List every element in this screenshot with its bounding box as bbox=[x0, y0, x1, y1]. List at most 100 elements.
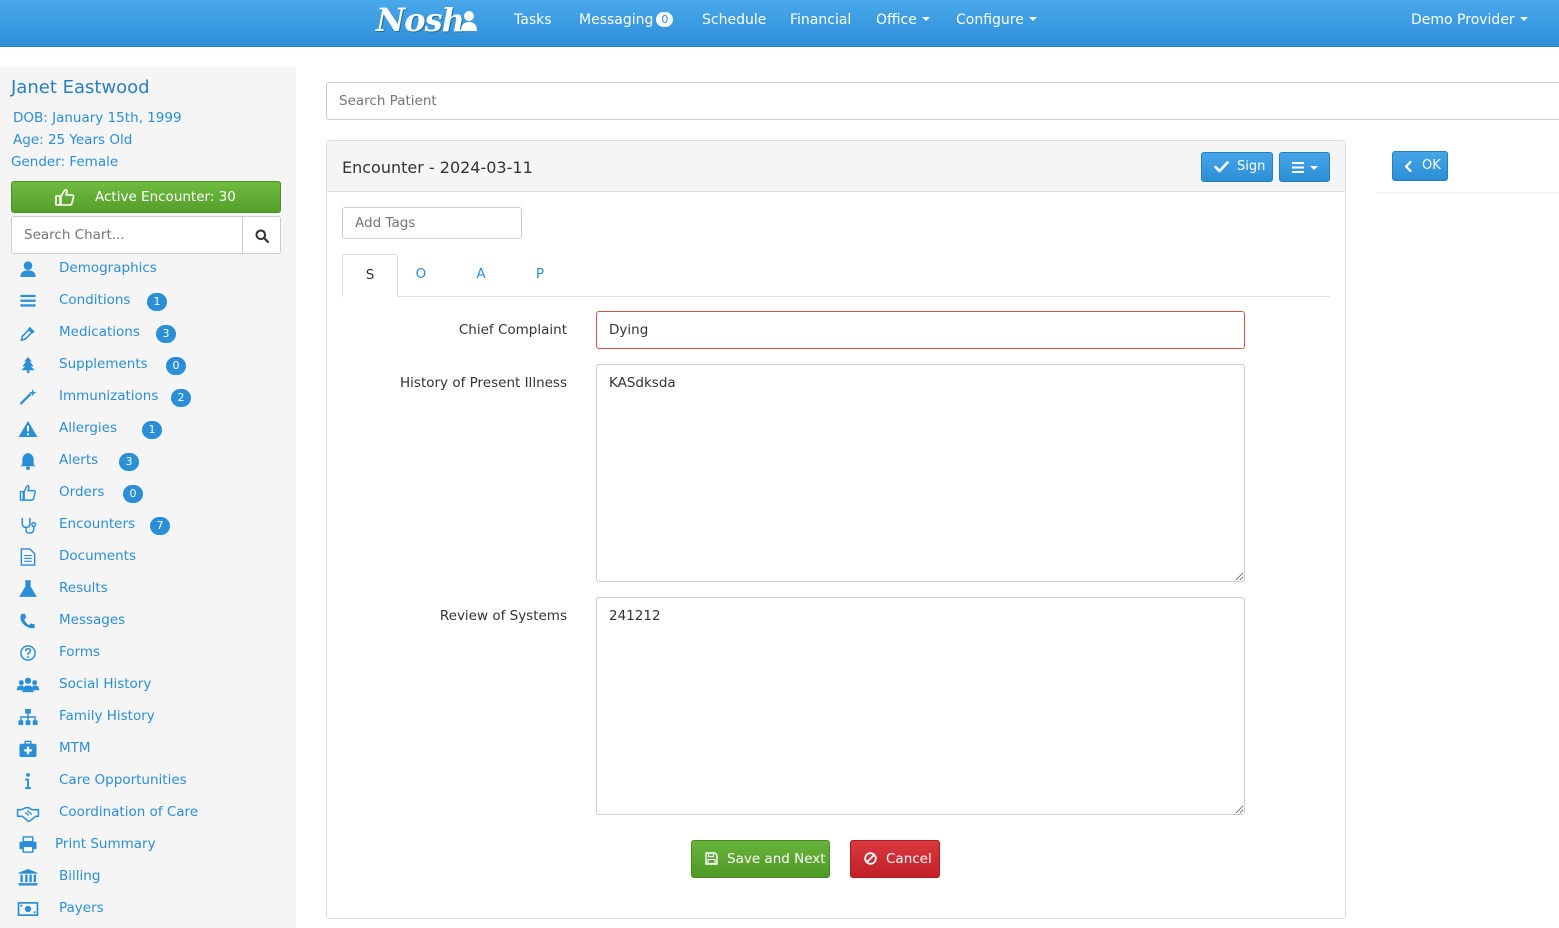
sidebar-item-care-opportunities[interactable]: Care Opportunities bbox=[16, 770, 286, 792]
patient-gender: Gender: Female bbox=[11, 154, 119, 170]
sidebar-item-label: Social History bbox=[59, 676, 152, 692]
stethoscope-icon bbox=[21, 517, 37, 534]
nav-tasks[interactable]: Tasks bbox=[514, 12, 552, 28]
sidebar-item-forms[interactable]: Forms bbox=[16, 642, 286, 664]
bars-icon bbox=[20, 294, 36, 307]
sidebar-item-demographics[interactable]: Demographics bbox=[16, 258, 286, 280]
sidebar-item-label: Allergies bbox=[59, 420, 118, 436]
sidebar-item-label: Documents bbox=[59, 548, 136, 564]
phone-icon bbox=[20, 613, 35, 629]
sidebar-item-label: Alerts bbox=[59, 452, 99, 468]
sidebar-item-medications[interactable]: Medications 3 bbox=[16, 322, 286, 344]
count-badge: 0 bbox=[166, 357, 186, 375]
count-badge: 1 bbox=[147, 293, 167, 311]
tab-o-label: O bbox=[415, 266, 427, 282]
bell-icon bbox=[20, 452, 36, 470]
ok-button[interactable]: OK bbox=[1392, 151, 1448, 181]
sidebar-item-billing[interactable]: Billing bbox=[16, 866, 286, 888]
nav-financial[interactable]: Financial bbox=[790, 12, 851, 28]
patient-age: Age: 25 Years Old bbox=[13, 132, 133, 148]
count-badge: 7 bbox=[150, 517, 170, 535]
encounter-options-dropdown[interactable] bbox=[1279, 152, 1330, 182]
sidebar-item-label: Supplements bbox=[59, 356, 148, 372]
sidebar-item-family-history[interactable]: Family History bbox=[16, 706, 286, 728]
sidebar-item-payers[interactable]: Payers bbox=[16, 898, 286, 920]
brand-logo[interactable]: Nosh bbox=[376, 1, 465, 39]
tab-p[interactable]: P bbox=[517, 254, 563, 297]
caret-down-icon bbox=[1028, 17, 1037, 21]
tab-a[interactable]: A bbox=[458, 254, 504, 297]
document-icon bbox=[20, 548, 36, 566]
magic-wand-icon bbox=[19, 388, 37, 405]
sidebar-item-documents[interactable]: Documents bbox=[16, 546, 286, 568]
sidebar-item-encounters[interactable]: Encounters 7 bbox=[16, 514, 286, 536]
tab-s[interactable]: S bbox=[342, 254, 398, 297]
soap-tabs: S O A P bbox=[342, 254, 1330, 297]
ros-label: Review of Systems bbox=[439, 608, 567, 624]
sitemap-icon bbox=[18, 708, 38, 726]
save-and-next-button[interactable]: Save and Next bbox=[691, 840, 830, 878]
ros-textarea[interactable]: 241212 bbox=[596, 597, 1245, 815]
chart-search-button[interactable] bbox=[242, 216, 281, 254]
ban-icon bbox=[864, 852, 877, 865]
sidebar-item-label: Encounters bbox=[59, 516, 136, 532]
sidebar-item-supplements[interactable]: Supplements 0 bbox=[16, 354, 286, 376]
sidebar-item-print-summary[interactable]: Print Summary bbox=[16, 834, 286, 856]
sidebar-item-immunizations[interactable]: Immunizations 2 bbox=[16, 386, 286, 408]
search-icon bbox=[255, 229, 269, 243]
chief-complaint-input[interactable] bbox=[596, 311, 1245, 349]
chevron-left-icon bbox=[1404, 161, 1412, 172]
nav-messaging[interactable]: Messaging 0 bbox=[579, 12, 674, 28]
save-icon bbox=[705, 852, 718, 865]
active-encounter-label: Active Encounter: 30 bbox=[95, 189, 236, 205]
tab-s-label: S bbox=[365, 267, 375, 283]
sidebar-item-alerts[interactable]: Alerts 3 bbox=[16, 450, 286, 472]
search-patient-input[interactable] bbox=[326, 82, 1559, 120]
warning-icon bbox=[18, 420, 38, 438]
user-menu-dropdown[interactable]: Demo Provider bbox=[1411, 12, 1528, 28]
sign-button[interactable]: Sign bbox=[1201, 152, 1273, 182]
sidebar-item-label: Billing bbox=[59, 868, 101, 884]
nav-messaging-label: Messaging bbox=[579, 12, 654, 28]
cancel-label: Cancel bbox=[886, 851, 932, 867]
sidebar-item-label: Payers bbox=[59, 900, 104, 916]
save-and-next-label: Save and Next bbox=[727, 851, 826, 867]
count-badge: 3 bbox=[156, 325, 176, 343]
sidebar-item-mtm[interactable]: MTM bbox=[16, 738, 286, 760]
active-encounter-button[interactable]: Active Encounter: 30 bbox=[11, 181, 281, 213]
patient-name: Janet Eastwood bbox=[11, 77, 150, 98]
bars-icon bbox=[1292, 162, 1304, 173]
tab-o[interactable]: O bbox=[398, 254, 444, 297]
sidebar-item-label: Family History bbox=[59, 708, 155, 724]
nav-schedule[interactable]: Schedule bbox=[702, 12, 766, 28]
cancel-button[interactable]: Cancel bbox=[850, 840, 940, 878]
add-tags-input[interactable] bbox=[342, 207, 522, 239]
encounter-panel: Encounter - 2024-03-11 Sign S O A P Chie… bbox=[326, 140, 1346, 919]
patient-dob: DOB: January 15th, 1999 bbox=[13, 110, 182, 126]
tab-p-label: P bbox=[535, 266, 545, 282]
sidebar-item-conditions[interactable]: Conditions 1 bbox=[16, 290, 286, 312]
sidebar-item-label: MTM bbox=[59, 740, 91, 756]
hpi-textarea[interactable]: KASdksda bbox=[596, 364, 1245, 582]
nav-office-dropdown[interactable]: Office bbox=[876, 12, 930, 28]
top-navbar: Nosh Tasks Messaging 0 Schedule Financial… bbox=[0, 0, 1559, 47]
caret-down-icon bbox=[1310, 166, 1318, 170]
encounter-panel-heading: Encounter - 2024-03-11 Sign bbox=[327, 141, 1345, 192]
print-icon bbox=[19, 836, 37, 853]
sidebar-item-coordination-of-care[interactable]: Coordination of Care bbox=[16, 802, 286, 824]
sidebar-item-results[interactable]: Results bbox=[16, 578, 286, 600]
sidebar-item-label: Medications bbox=[59, 324, 140, 340]
nav-configure-dropdown[interactable]: Configure bbox=[956, 12, 1037, 28]
sidebar-item-allergies[interactable]: Allergies 1 bbox=[16, 418, 286, 440]
medkit-icon bbox=[19, 740, 37, 758]
hpi-label: History of Present Illness bbox=[400, 375, 567, 391]
sidebar-item-messages[interactable]: Messages bbox=[16, 610, 286, 632]
check-icon bbox=[1214, 161, 1229, 173]
divider bbox=[1376, 192, 1559, 193]
question-circle-icon bbox=[20, 645, 36, 661]
thumbs-up-icon bbox=[55, 188, 75, 206]
chart-search-input[interactable] bbox=[11, 216, 243, 254]
sidebar-item-social-history[interactable]: Social History bbox=[16, 674, 286, 696]
encounter-title: Encounter - 2024-03-11 bbox=[342, 158, 533, 177]
sidebar-item-orders[interactable]: Orders 0 bbox=[16, 482, 286, 504]
